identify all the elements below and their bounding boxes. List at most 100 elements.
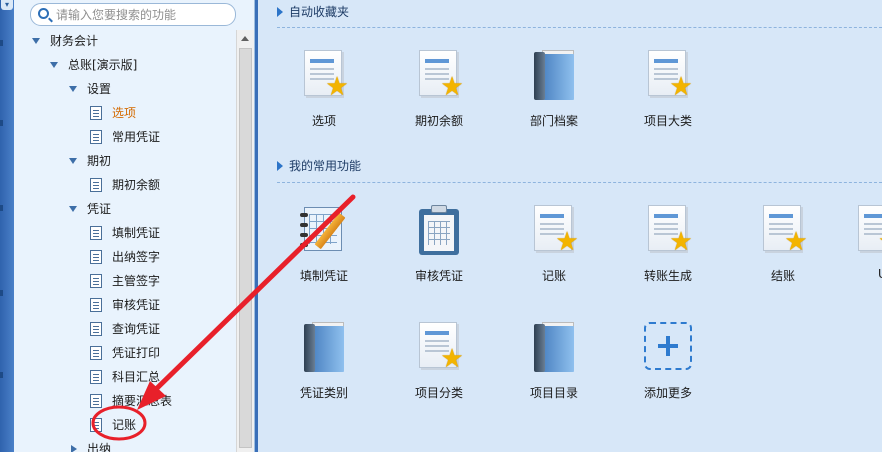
binder-icon [298, 320, 350, 374]
scrollbar-thumb[interactable] [239, 48, 252, 448]
tree-node-label: 查询凭证 [112, 322, 161, 336]
tile-closing[interactable]: ★ 结账 [743, 203, 823, 284]
tile-label: 添加更多 [643, 386, 692, 400]
tile-project-catalog[interactable]: 项目目录 [514, 320, 594, 401]
left-sidebar-strip: ▾ [0, 0, 14, 452]
search-input[interactable] [56, 6, 231, 23]
document-icon [90, 226, 102, 240]
tile-department-archive[interactable]: 部门档案 [514, 48, 594, 129]
sidebar-tab-marker[interactable] [0, 290, 3, 296]
tree-node-settings[interactable]: 设置 [69, 78, 111, 100]
tree-node-label: 审核凭证 [112, 298, 161, 312]
doc-star-icon: ★ [852, 203, 882, 257]
section-title-text: 我的常用功能 [289, 159, 362, 173]
tree-node-cashier[interactable]: 出纳 [69, 438, 111, 452]
add-icon [642, 320, 694, 374]
document-icon [90, 370, 102, 384]
tree-leaf-posting[interactable]: 记账 [90, 414, 136, 436]
section-triangle-icon [277, 7, 283, 17]
tree-scrollbar[interactable] [236, 30, 254, 452]
collapse-button[interactable]: ▾ [1, 0, 13, 10]
tree-node-label: 财务会计 [50, 34, 99, 48]
tree-leaf-supervisor-sign[interactable]: 主管签字 [90, 270, 160, 292]
expand-arrow-icon[interactable] [69, 150, 78, 172]
doc-star-icon: ★ [757, 203, 809, 257]
tile-fill-voucher[interactable]: 填制凭证 [284, 203, 364, 284]
tree-node-voucher[interactable]: 凭证 [69, 198, 111, 220]
tile-project-category[interactable]: ★ 项目大类 [628, 48, 708, 129]
tree-node-label: 设置 [87, 82, 112, 96]
document-icon [90, 394, 102, 408]
tree-leaf-options[interactable]: 选项 [90, 102, 136, 124]
tree-node-label: 常用凭证 [112, 130, 161, 144]
doc-star-icon: ★ [413, 320, 465, 374]
document-icon [90, 106, 102, 120]
tree-node-opening[interactable]: 期初 [69, 150, 111, 172]
doc-star-icon: ★ [298, 48, 350, 102]
document-icon [90, 418, 102, 432]
tree-leaf-account-summary[interactable]: 科目汇总 [90, 366, 160, 388]
tile-voucher-type[interactable]: 凭证类别 [284, 320, 364, 401]
search-icon[interactable] [38, 8, 49, 19]
tree-node-label: 期初余额 [112, 178, 161, 192]
tile-label: 项目分类 [414, 386, 463, 400]
tile-label: 项目大类 [643, 114, 692, 128]
tile-posting[interactable]: ★ 记账 [514, 203, 594, 284]
scroll-up-arrow-icon[interactable] [241, 36, 249, 41]
expand-arrow-icon[interactable] [69, 78, 78, 100]
clipboard-icon [413, 203, 465, 257]
tile-project-classification[interactable]: ★ 项目分类 [399, 320, 479, 401]
sidebar-tab-marker[interactable] [0, 40, 3, 46]
doc-star-icon: ★ [642, 203, 694, 257]
tile-label: 凭证类别 [299, 386, 348, 400]
expand-arrow-icon[interactable] [50, 54, 59, 76]
expand-arrow-icon[interactable] [69, 198, 78, 220]
main-content: 自动收藏夹 ★ 选项 ★ 期初余额 部门档案 ★ 项目大类 我的常用功能 填制凭… [258, 0, 882, 452]
tile-label: U [848, 267, 882, 281]
doc-star-icon: ★ [528, 203, 580, 257]
tile-label: 结账 [770, 269, 795, 283]
tile-label: 审核凭证 [414, 269, 463, 283]
tile-options[interactable]: ★ 选项 [284, 48, 364, 129]
tree-leaf-common-voucher[interactable]: 常用凭证 [90, 126, 160, 148]
tree-node-label: 记账 [112, 418, 137, 432]
tree-node-label: 凭证 [87, 202, 112, 216]
tile-label: 选项 [311, 114, 336, 128]
tree-leaf-audit-voucher[interactable]: 审核凭证 [90, 294, 160, 316]
section-triangle-icon [277, 161, 283, 171]
sidebar-tab-marker[interactable] [0, 205, 3, 211]
tile-transfer-generate[interactable]: ★ 转账生成 [628, 203, 708, 284]
divider [277, 182, 882, 183]
document-icon [90, 322, 102, 336]
tree-leaf-fill-voucher[interactable]: 填制凭证 [90, 222, 160, 244]
binder-icon [528, 48, 580, 102]
tile-add-more[interactable]: 添加更多 [628, 320, 708, 401]
tile-partial[interactable]: ★ U [848, 203, 882, 281]
tree-leaf-abstract-summary[interactable]: 摘要汇总表 [90, 390, 172, 412]
sidebar-tab-marker[interactable] [0, 120, 3, 126]
expand-arrow-icon[interactable] [32, 30, 41, 52]
tree-leaf-opening-balance[interactable]: 期初余额 [90, 174, 160, 196]
tree-node-label: 选项 [112, 106, 137, 120]
section-common-title: 我的常用功能 [277, 158, 361, 174]
tile-label: 转账生成 [643, 269, 692, 283]
tree-leaf-print-voucher[interactable]: 凭证打印 [90, 342, 160, 364]
divider [277, 27, 882, 28]
sidebar-tab-marker[interactable] [0, 372, 3, 378]
tree-node-label: 填制凭证 [112, 226, 161, 240]
tile-opening-balance[interactable]: ★ 期初余额 [399, 48, 479, 129]
document-icon [90, 346, 102, 360]
tile-label: 项目目录 [529, 386, 578, 400]
tree-node-finance[interactable]: 财务会计 [32, 30, 98, 52]
tile-audit-voucher[interactable]: 审核凭证 [399, 203, 479, 284]
collapsed-arrow-icon[interactable] [69, 438, 78, 452]
document-icon [90, 298, 102, 312]
tree-node-label: 出纳签字 [112, 250, 161, 264]
search-box[interactable] [30, 3, 236, 26]
section-title-text: 自动收藏夹 [289, 5, 350, 19]
tree-node-label: 期初 [87, 154, 112, 168]
tree-leaf-cashier-sign[interactable]: 出纳签字 [90, 246, 160, 268]
tile-label: 期初余额 [414, 114, 463, 128]
tree-node-general-ledger[interactable]: 总账[演示版] [50, 54, 137, 76]
tree-leaf-query-voucher[interactable]: 查询凭证 [90, 318, 160, 340]
